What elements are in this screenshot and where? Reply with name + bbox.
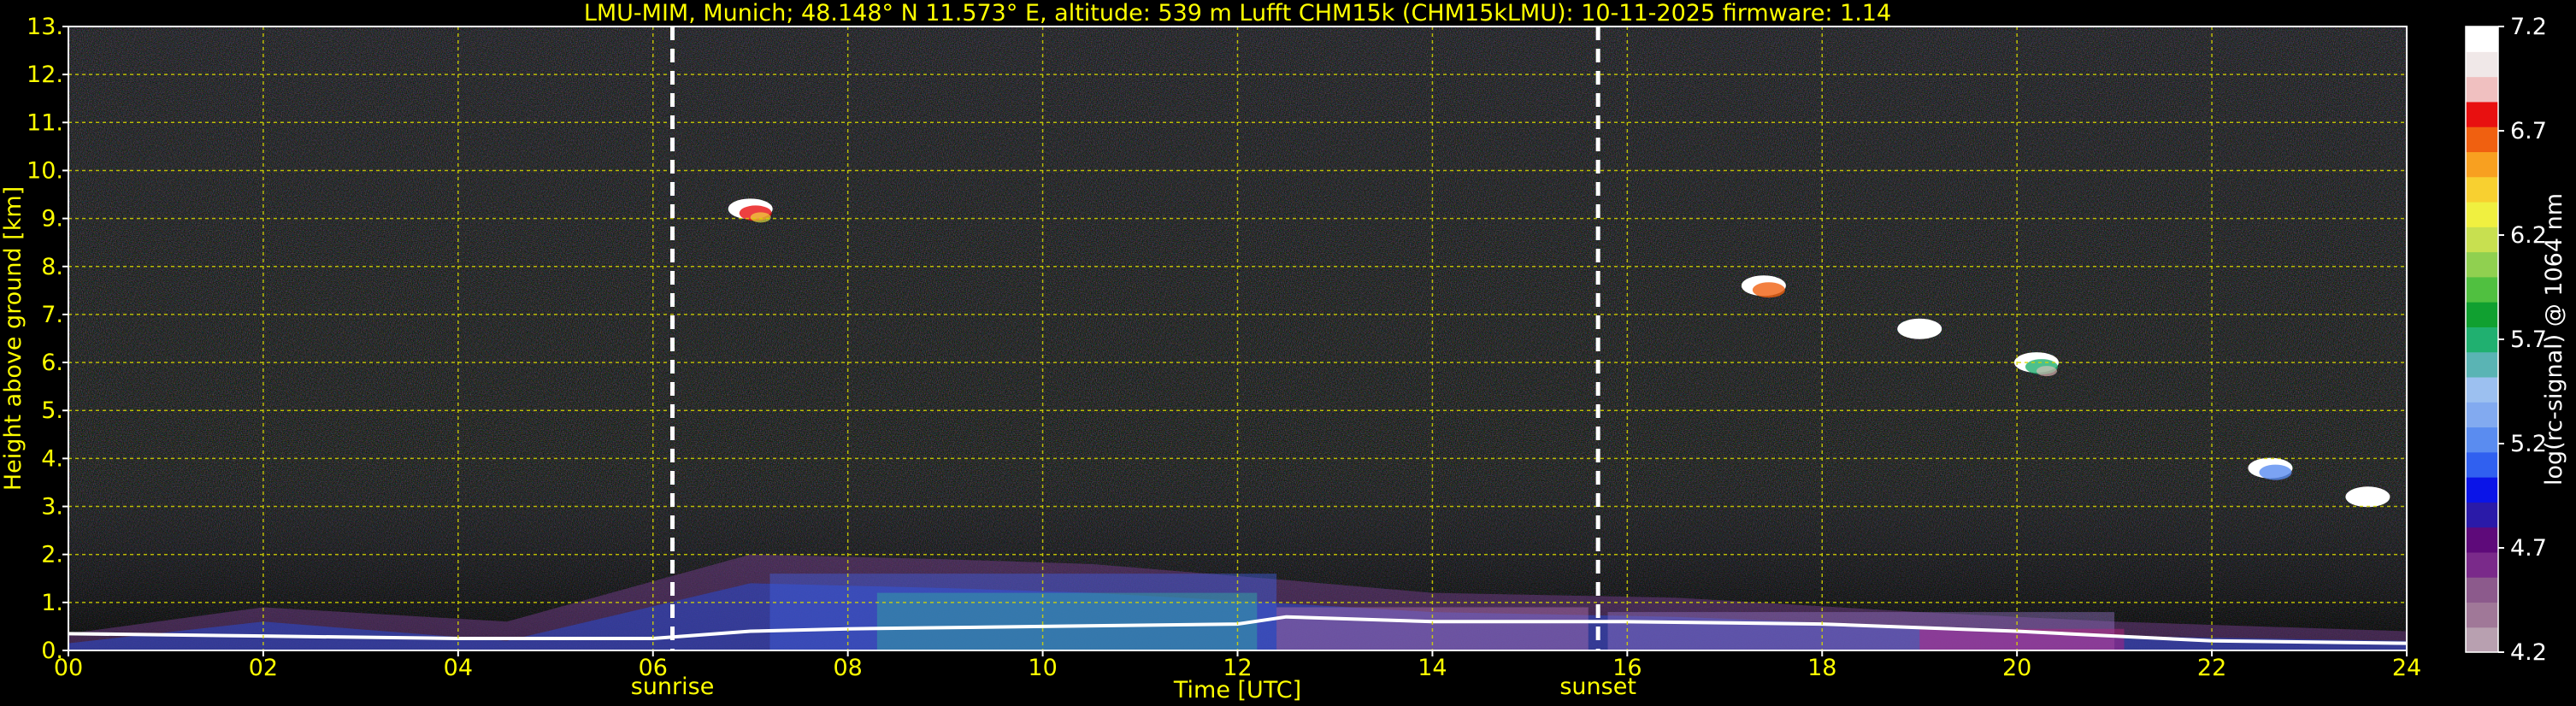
colorbar-segment <box>2466 627 2498 653</box>
y-tick-label: 0. <box>41 638 63 664</box>
x-tick-label: 08 <box>833 655 862 681</box>
cloud-feature <box>2345 486 2390 508</box>
colorbar-segment <box>2466 251 2498 278</box>
y-tick-label: 3. <box>41 494 63 521</box>
colorbar-segment <box>2466 26 2498 52</box>
x-tick-label: 16 <box>1612 655 1642 681</box>
colorbar-segment <box>2466 276 2498 303</box>
colorbar-segment <box>2466 402 2498 428</box>
colorbar-segment <box>2466 527 2498 553</box>
y-tick-label: 6. <box>41 350 63 376</box>
colorbar-segment <box>2466 351 2498 378</box>
ceilometer-chart: sunrise sunset00 02 04 06 08 10 12 14 16 18 20 22 240… <box>0 0 2567 703</box>
y-tick-label: 5. <box>41 397 63 424</box>
colorbar-segment <box>2466 151 2498 178</box>
y-tick-label: 9. <box>41 206 63 232</box>
x-tick-label: 18 <box>1807 655 1836 681</box>
y-tick-label: 1. <box>41 590 63 616</box>
colorbar-segment <box>2466 477 2498 503</box>
colorbar-segment <box>2466 126 2498 152</box>
colorbar-segment <box>2466 101 2498 127</box>
plot-area <box>68 26 2408 651</box>
noise-fade <box>68 26 2407 650</box>
colorbar-segment <box>2466 551 2498 578</box>
colorbar-segment <box>2466 302 2498 327</box>
y-tick-label: 12. <box>27 62 63 88</box>
colorbar-segment <box>2466 502 2498 528</box>
colorbar-segment <box>2466 451 2498 478</box>
aerosol-layer <box>876 592 1258 650</box>
colorbar-tick-label: 4.7 <box>2510 535 2547 562</box>
y-tick-label: 11. <box>27 109 63 136</box>
y-tick-label: 10. <box>27 157 63 184</box>
x-tick-label: 06 <box>639 655 668 681</box>
x-tick-label: 02 <box>249 655 278 681</box>
colorbar-segment <box>2466 201 2498 227</box>
x-tick-label: 24 <box>2392 655 2421 681</box>
colorbar-label: log(rc-signal) @ 1064 nm <box>2541 193 2567 485</box>
chart-title: LMU-MIM, Munich; 48.148° N 11.573° E, al… <box>584 0 1891 26</box>
x-axis-label: Time [UTC] <box>1173 677 1301 703</box>
y-tick-label: 4. <box>41 445 63 472</box>
y-tick-label: 13. <box>27 14 63 40</box>
colorbar-tick-label: 7.2 <box>2510 14 2547 40</box>
colorbar-segment <box>2466 577 2498 603</box>
y-axis-label: Height above ground [km] <box>0 186 27 491</box>
y-tick-label: 2. <box>41 542 63 568</box>
colorbar-segment <box>2466 602 2498 628</box>
x-tick-label: 14 <box>1418 655 1447 681</box>
x-tick-label: 10 <box>1028 655 1057 681</box>
colorbar-segment <box>2466 427 2498 453</box>
x-tick-label: 04 <box>444 655 473 681</box>
colorbar-segment <box>2466 176 2498 203</box>
colorbar-segment <box>2466 51 2498 78</box>
x-tick-label: 22 <box>2197 655 2226 681</box>
x-tick-label: 20 <box>2002 655 2031 681</box>
colorbar-segment <box>2466 76 2498 103</box>
colorbar-segment <box>2466 227 2498 253</box>
colorbar-tick-label: 4.2 <box>2510 639 2547 666</box>
y-tick-label: 7. <box>41 302 63 328</box>
y-tick-label: 8. <box>41 254 63 280</box>
colorbar: 4.24.75.25.76.26.77.2 <box>2465 14 2547 666</box>
colorbar-segment <box>2466 327 2498 353</box>
colorbar-segment <box>2466 376 2498 403</box>
colorbar-tick-label: 6.7 <box>2510 118 2547 144</box>
cloud-feature <box>1897 318 1942 339</box>
